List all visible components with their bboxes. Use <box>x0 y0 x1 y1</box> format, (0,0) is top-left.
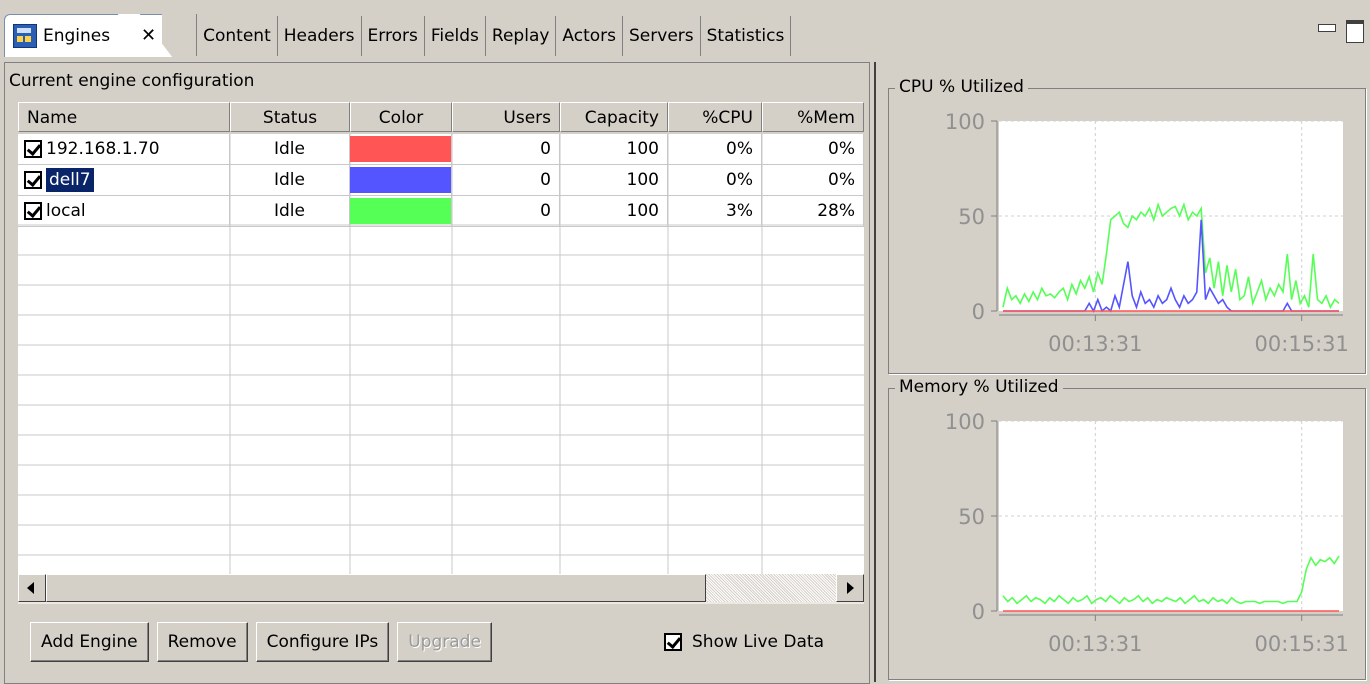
engine-name: dell7 <box>46 168 94 192</box>
cell-color[interactable] <box>350 196 452 226</box>
config-label: Current engine configuration <box>9 71 255 91</box>
scroll-left-icon[interactable] <box>18 574 46 602</box>
memory-chart: 0 50 100 00:13:31 00:15:31 <box>945 410 1349 656</box>
cell-capacity: 100 <box>560 196 668 226</box>
col-header-mem[interactable]: %Mem <box>762 102 864 132</box>
tab-engines-label: Engines <box>43 26 111 46</box>
tab-replay[interactable]: Replay <box>486 16 557 56</box>
engine-table-body: 192.168.1.70 Idle 0 100 0% 0% dell7 Idle… <box>18 134 864 227</box>
cell-color[interactable] <box>350 165 452 195</box>
memory-chart-group: Memory % Utilized 0 50 100 00:13:31 00:15:31 <box>888 377 1366 680</box>
show-live-data-checkbox[interactable] <box>664 633 682 651</box>
cell-cpu: 0% <box>668 134 762 164</box>
x-tick-label: 00:13:31 <box>1048 632 1142 656</box>
col-header-capacity[interactable]: Capacity <box>560 102 668 132</box>
engine-table-header: Name Status Color Users Capacity %CPU %M… <box>18 102 864 134</box>
minimize-icon[interactable] <box>1318 24 1336 32</box>
show-live-data-label: Show Live Data <box>692 632 824 652</box>
live-charts-panel: CPU % Utilized 0 50 100 00:13:31 00:15:31 Me… <box>874 62 1370 682</box>
cell-mem: 0% <box>762 165 864 195</box>
cell-mem: 0% <box>762 134 864 164</box>
tab-servers[interactable]: Servers <box>623 16 701 56</box>
cell-users: 0 <box>452 134 560 164</box>
cell-mem: 28% <box>762 196 864 226</box>
cpu-chart-group: CPU % Utilized 0 50 100 00:13:31 00:15:31 <box>888 77 1366 374</box>
col-header-users[interactable]: Users <box>452 102 560 132</box>
y-tick-label: 0 <box>972 300 985 324</box>
engine-name: 192.168.1.70 <box>46 139 160 159</box>
engine-name: local <box>46 201 86 221</box>
col-header-cpu[interactable]: %CPU <box>668 102 762 132</box>
cell-cpu: 0% <box>668 165 762 195</box>
maximize-icon[interactable] <box>1346 20 1364 43</box>
inactive-tabs: Content Headers Errors Fields Replay Act… <box>196 14 792 56</box>
remove-button[interactable]: Remove <box>156 622 248 662</box>
cell-name: dell7 <box>18 165 230 195</box>
color-swatch <box>350 167 451 193</box>
tab-engines[interactable]: Engines ✕ <box>4 14 163 57</box>
x-tick-label: 00:13:31 <box>1048 332 1142 356</box>
scrollbar-thumb[interactable] <box>46 574 706 602</box>
cell-status: Idle <box>230 134 350 164</box>
table-row[interactable]: 192.168.1.70 Idle 0 100 0% 0% <box>18 134 864 165</box>
cell-name: 192.168.1.70 <box>18 134 230 164</box>
tab-actors[interactable]: Actors <box>556 16 624 56</box>
close-icon[interactable]: ✕ <box>141 25 156 46</box>
cpu-chart: 0 50 100 00:13:31 00:15:31 <box>945 110 1349 356</box>
tab-errors[interactable]: Errors <box>362 16 425 56</box>
configure-ips-button[interactable]: Configure IPs <box>255 622 390 662</box>
cell-capacity: 100 <box>560 134 668 164</box>
plot-area <box>999 421 1343 611</box>
plot-area <box>999 121 1343 311</box>
table-row[interactable]: local Idle 0 100 3% 28% <box>18 196 864 227</box>
col-header-color[interactable]: Color <box>350 102 452 132</box>
tab-strip: Engines ✕ Content Headers Errors Fields … <box>4 14 792 57</box>
cell-status: Idle <box>230 196 350 226</box>
engine-enabled-checkbox[interactable] <box>24 171 42 189</box>
y-tick-label: 100 <box>945 410 985 434</box>
x-tick-label: 00:15:31 <box>1255 632 1349 656</box>
tab-headers[interactable]: Headers <box>278 16 362 56</box>
color-swatch <box>350 136 451 162</box>
engine-enabled-checkbox[interactable] <box>24 140 42 158</box>
cell-users: 0 <box>452 196 560 226</box>
tab-content[interactable]: Content <box>197 16 278 56</box>
cell-users: 0 <box>452 165 560 195</box>
y-tick-label: 50 <box>958 505 985 529</box>
engines-icon <box>13 24 37 48</box>
cell-status: Idle <box>230 165 350 195</box>
engine-enabled-checkbox[interactable] <box>24 202 42 220</box>
upgrade-button[interactable]: Upgrade <box>397 622 492 662</box>
engine-actions: Add Engine Remove Configure IPs Upgrade <box>30 622 492 662</box>
col-header-status[interactable]: Status <box>230 102 350 132</box>
view-window-controls <box>1318 20 1364 43</box>
y-tick-label: 50 <box>958 205 985 229</box>
y-tick-label: 0 <box>972 600 985 624</box>
cell-color[interactable] <box>350 134 452 164</box>
tab-fields[interactable]: Fields <box>425 16 486 56</box>
y-tick-label: 100 <box>945 110 985 134</box>
cell-cpu: 3% <box>668 196 762 226</box>
cell-capacity: 100 <box>560 165 668 195</box>
tab-statistics[interactable]: Statistics <box>701 16 792 56</box>
view-tab-bar: Engines ✕ Content Headers Errors Fields … <box>0 0 1370 62</box>
scroll-right-icon[interactable] <box>836 574 864 602</box>
x-tick-label: 00:15:31 <box>1255 332 1349 356</box>
cell-name: local <box>18 196 230 226</box>
table-row[interactable]: dell7 Idle 0 100 0% 0% <box>18 165 864 196</box>
horizontal-scrollbar[interactable] <box>18 574 864 604</box>
show-live-data-toggle[interactable]: Show Live Data <box>664 632 824 652</box>
col-header-name[interactable]: Name <box>18 102 230 132</box>
scrollbar-track[interactable] <box>706 574 836 602</box>
add-engine-button[interactable]: Add Engine <box>30 622 149 662</box>
color-swatch <box>350 198 451 224</box>
